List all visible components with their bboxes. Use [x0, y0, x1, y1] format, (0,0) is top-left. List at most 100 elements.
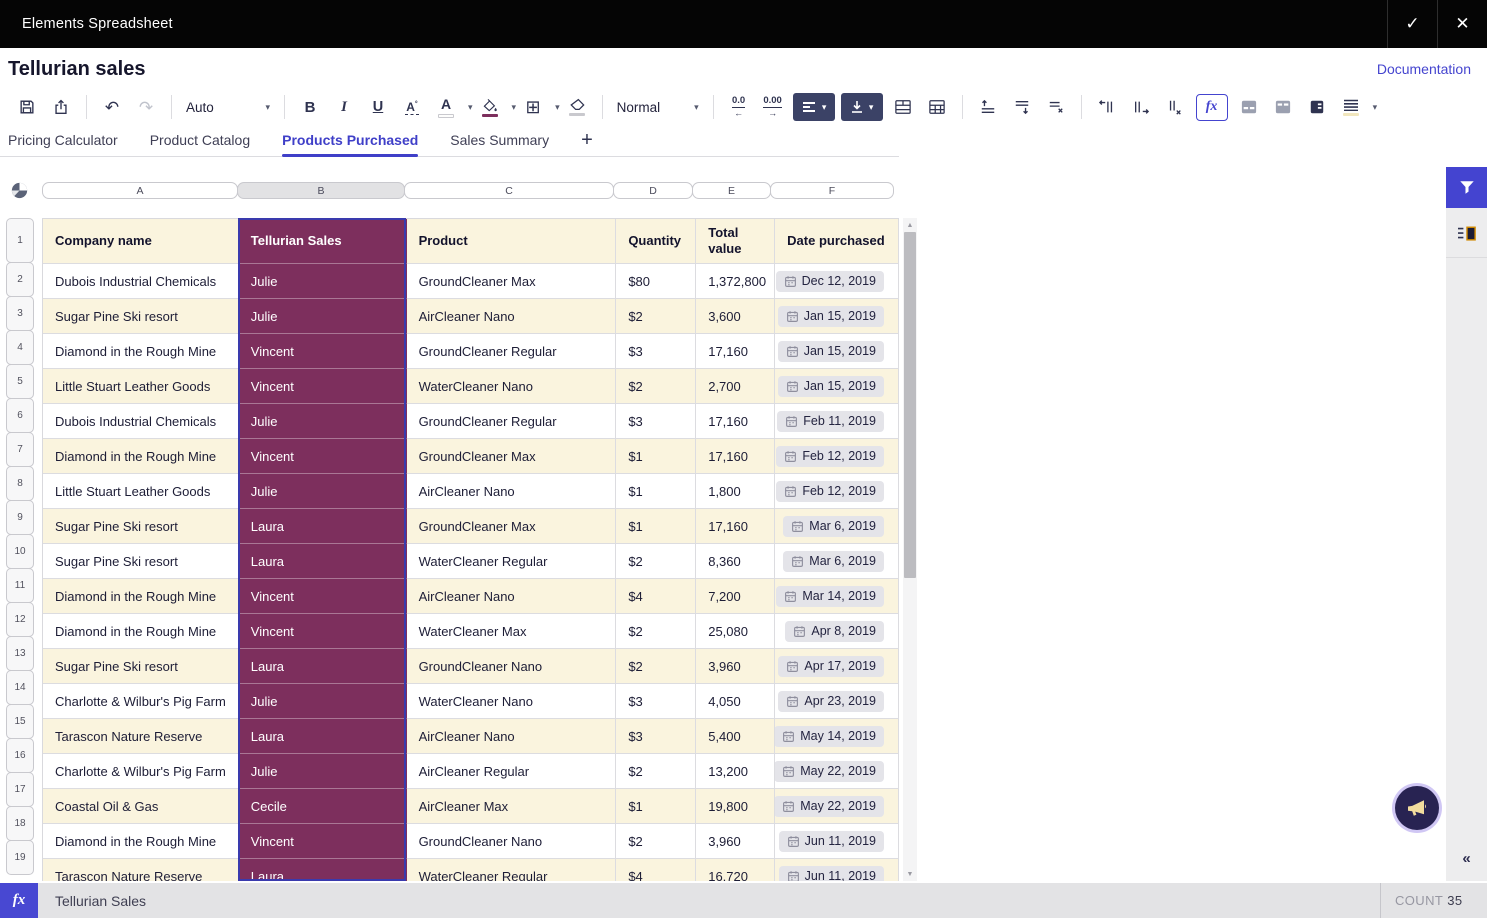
product-cell[interactable]: GroundCleaner Nano [407, 824, 617, 859]
date-cell[interactable]: Jun 11, 2019 [775, 824, 899, 859]
company-cell[interactable]: Coastal Oil & Gas [43, 789, 239, 824]
chevron-down-icon[interactable]: ▾ [1373, 102, 1378, 113]
row-header-16[interactable]: 16 [6, 738, 34, 773]
quantity-cell[interactable]: $4 [616, 579, 696, 614]
header-cell-4[interactable]: Total value [696, 219, 775, 264]
date-badge[interactable]: Dec 12, 2019 [776, 271, 884, 292]
cell-style-select[interactable]: Normal ▾ [611, 100, 705, 115]
header-cell-1[interactable]: Tellurian Sales [239, 219, 407, 264]
formula-bar-toggle-button[interactable]: fx [1196, 94, 1228, 121]
date-cell[interactable]: Feb 12, 2019 [775, 439, 899, 474]
date-cell[interactable]: Mar 6, 2019 [775, 544, 899, 579]
date-cell[interactable]: Mar 6, 2019 [775, 509, 899, 544]
quantity-cell[interactable]: $3 [616, 334, 696, 369]
company-cell[interactable]: Dubois Industrial Chemicals [43, 264, 239, 299]
company-cell[interactable]: Diamond in the Rough Mine [43, 824, 239, 859]
filter-button[interactable] [1446, 167, 1487, 208]
chevron-down-icon[interactable]: ▾ [468, 102, 473, 113]
seller-cell[interactable]: Vincent [239, 824, 407, 859]
clear-format-button[interactable] [564, 93, 590, 121]
seller-cell[interactable]: Julie [239, 299, 407, 334]
collapse-panel-button[interactable]: « [1462, 850, 1470, 867]
date-cell[interactable]: May 22, 2019 [775, 754, 899, 789]
total-value-cell[interactable]: 16,720 [696, 859, 775, 881]
quantity-cell[interactable]: $3 [616, 404, 696, 439]
split-cells-button[interactable] [924, 93, 950, 121]
product-cell[interactable]: AirCleaner Nano [407, 299, 617, 334]
date-cell[interactable]: May 22, 2019 [775, 789, 899, 824]
product-cell[interactable]: GroundCleaner Max [407, 509, 617, 544]
quantity-cell[interactable]: $1 [616, 509, 696, 544]
date-cell[interactable]: Jan 15, 2019 [775, 334, 899, 369]
seller-cell[interactable]: Julie [239, 754, 407, 789]
product-cell[interactable]: WaterCleaner Regular [407, 544, 617, 579]
date-badge[interactable]: May 14, 2019 [775, 726, 884, 747]
date-cell[interactable]: Feb 11, 2019 [775, 404, 899, 439]
product-cell[interactable]: GroundCleaner Regular [407, 334, 617, 369]
total-value-cell[interactable]: 5,400 [696, 719, 775, 754]
row-header-12[interactable]: 12 [6, 602, 34, 637]
horizontal-align-button[interactable]: ▾ [793, 93, 835, 121]
quantity-cell[interactable]: $2 [616, 649, 696, 684]
column-header-F[interactable]: F [770, 182, 894, 199]
date-cell[interactable]: Dec 12, 2019 [775, 264, 899, 299]
product-cell[interactable]: AirCleaner Nano [407, 474, 617, 509]
total-value-cell[interactable]: 17,160 [696, 509, 775, 544]
seller-cell[interactable]: Laura [239, 859, 407, 881]
seller-cell[interactable]: Cecile [239, 789, 407, 824]
sidebar-toggle-button[interactable] [1304, 93, 1330, 121]
seller-cell[interactable]: Laura [239, 649, 407, 684]
decrease-decimal-button[interactable]: 0.0← [726, 93, 752, 121]
date-badge[interactable]: Jan 15, 2019 [778, 376, 884, 397]
date-badge[interactable]: May 22, 2019 [775, 761, 884, 782]
column-header-C[interactable]: C [404, 182, 614, 199]
scrollbar-thumb[interactable] [904, 232, 916, 578]
product-cell[interactable]: AirCleaner Nano [407, 579, 617, 614]
italic-button[interactable]: I [331, 93, 357, 121]
total-value-cell[interactable]: 17,160 [696, 404, 775, 439]
insert-column-right-button[interactable] [1128, 93, 1154, 121]
column-header-A[interactable]: A [42, 182, 238, 199]
undo-button[interactable]: ↶ [99, 93, 125, 121]
column-header-E[interactable]: E [692, 182, 771, 199]
row-header-14[interactable]: 14 [6, 670, 34, 705]
quantity-cell[interactable]: $3 [616, 684, 696, 719]
row-header-9[interactable]: 9 [6, 500, 34, 535]
seller-cell[interactable]: Vincent [239, 369, 407, 404]
date-badge[interactable]: Jan 15, 2019 [778, 341, 884, 362]
row-header-18[interactable]: 18 [6, 806, 34, 841]
date-badge[interactable]: Apr 8, 2019 [785, 621, 884, 642]
date-badge[interactable]: Feb 12, 2019 [776, 446, 884, 467]
company-cell[interactable]: Diamond in the Rough Mine [43, 334, 239, 369]
total-value-cell[interactable]: 17,160 [696, 439, 775, 474]
total-value-cell[interactable]: 8,360 [696, 544, 775, 579]
date-badge[interactable]: Jun 11, 2019 [779, 831, 884, 852]
row-header-7[interactable]: 7 [6, 432, 34, 467]
count-indicator[interactable]: COUNT35 [1381, 893, 1487, 908]
delete-column-button[interactable] [1162, 93, 1188, 121]
product-cell[interactable]: AirCleaner Regular [407, 754, 617, 789]
company-cell[interactable]: Sugar Pine Ski resort [43, 299, 239, 334]
row-header-11[interactable]: 11 [6, 568, 34, 603]
row-header-17[interactable]: 17 [6, 772, 34, 807]
quantity-cell[interactable]: $4 [616, 859, 696, 881]
seller-cell[interactable]: Julie [239, 264, 407, 299]
date-cell[interactable]: Apr 17, 2019 [775, 649, 899, 684]
company-cell[interactable]: Tarascon Nature Reserve [43, 859, 239, 881]
formula-fx-button[interactable]: fx [0, 883, 38, 918]
freeze-columns-button[interactable] [1270, 93, 1296, 121]
seller-cell[interactable]: Julie [239, 684, 407, 719]
seller-cell[interactable]: Laura [239, 719, 407, 754]
product-cell[interactable]: WaterCleaner Regular [407, 859, 617, 881]
row-header-4[interactable]: 4 [6, 330, 34, 365]
company-cell[interactable]: Charlotte & Wilbur's Pig Farm [43, 684, 239, 719]
seller-cell[interactable]: Vincent [239, 439, 407, 474]
company-cell[interactable]: Tarascon Nature Reserve [43, 719, 239, 754]
total-value-cell[interactable]: 25,080 [696, 614, 775, 649]
date-badge[interactable]: Feb 11, 2019 [777, 411, 884, 432]
save-button[interactable] [14, 93, 40, 121]
seller-cell[interactable]: Vincent [239, 579, 407, 614]
date-badge[interactable]: Mar 6, 2019 [783, 516, 884, 537]
product-cell[interactable]: WaterCleaner Max [407, 614, 617, 649]
share-button[interactable] [48, 93, 74, 121]
